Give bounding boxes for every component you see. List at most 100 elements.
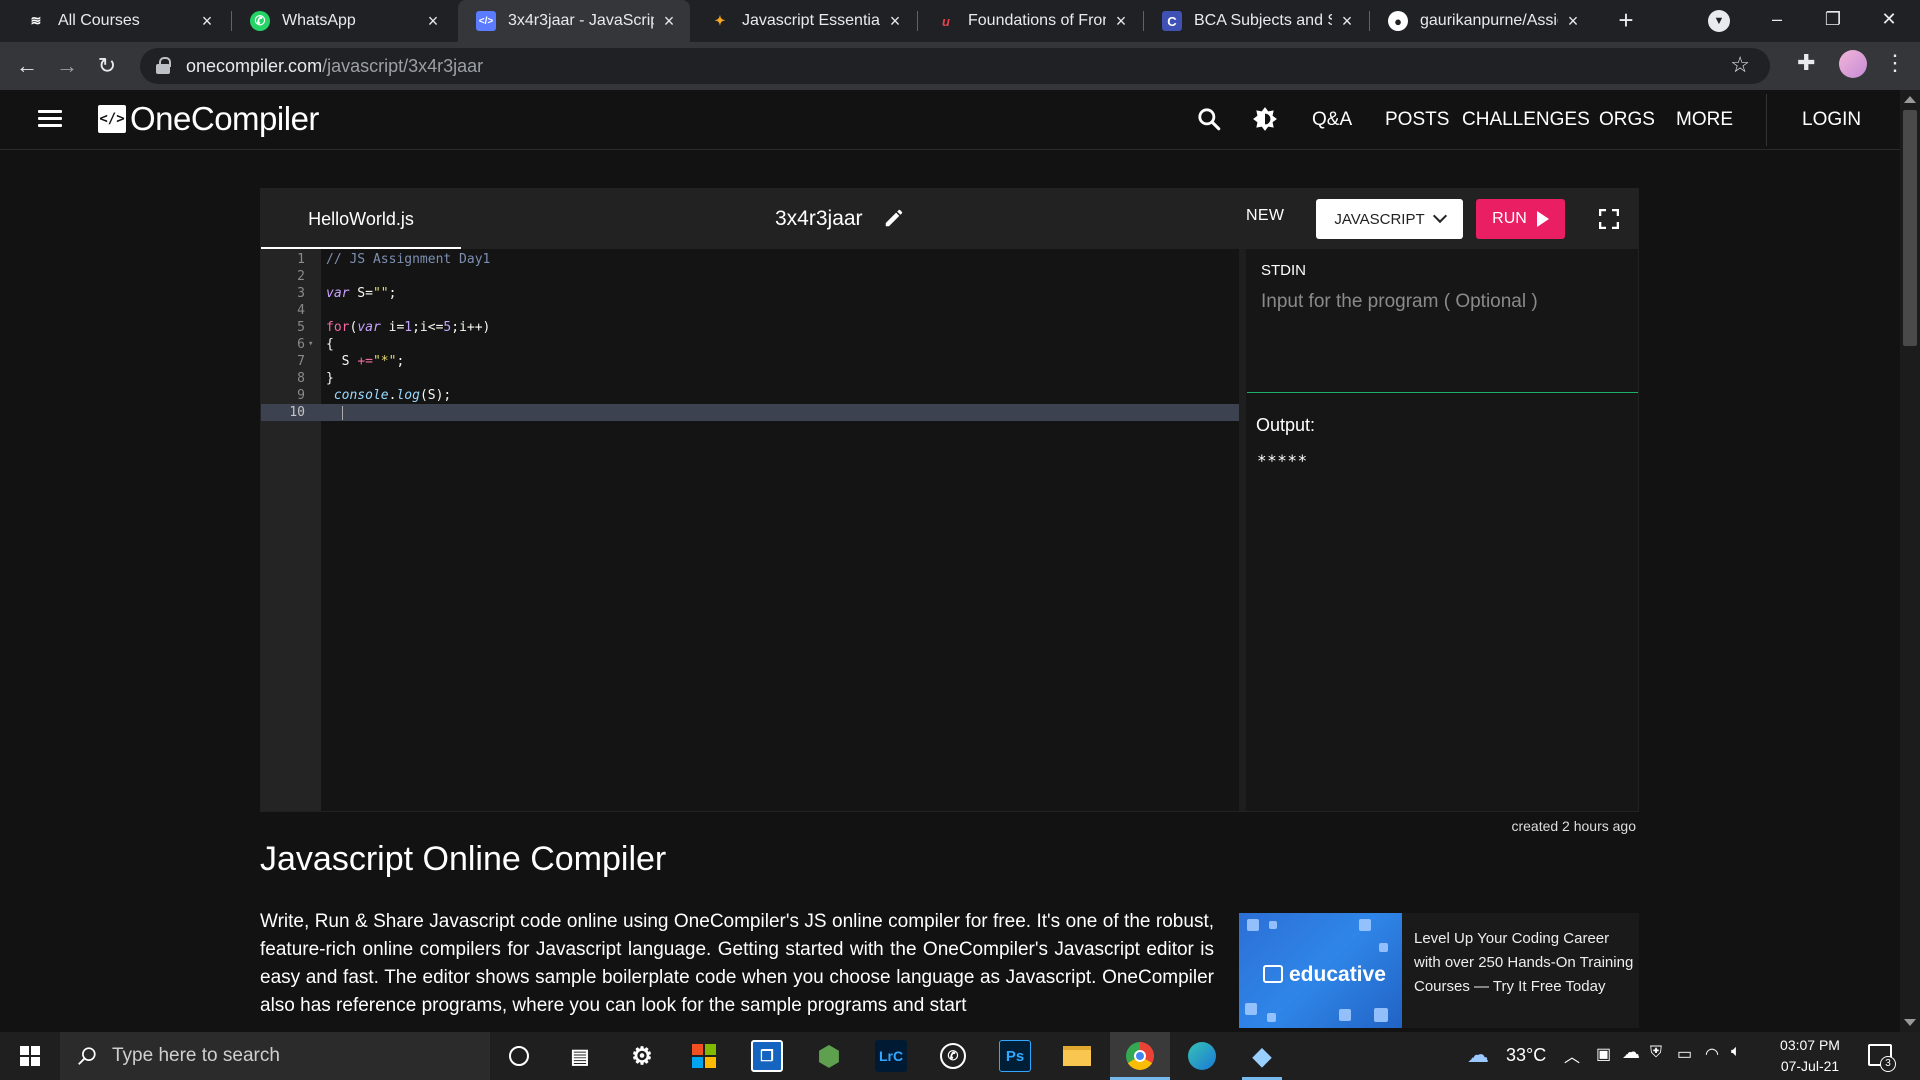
play-icon [1536,211,1549,227]
chrome-icon[interactable] [1124,1040,1156,1072]
new-button[interactable]: NEW [1246,207,1284,225]
tab-all-courses[interactable]: ≋ All Courses × [8,0,228,42]
nav-posts[interactable]: POSTS [1385,109,1449,131]
photoshop-icon[interactable]: Ps [999,1040,1031,1072]
code-line-current: 10 [261,404,1239,421]
file-tab[interactable]: HelloWorld.js [261,189,461,249]
tab-search-icon[interactable]: ▼ [1708,10,1730,32]
edge-icon[interactable] [1186,1040,1218,1072]
close-tab-icon[interactable]: × [1112,11,1130,32]
page-title: Javascript Online Compiler [260,840,667,878]
fox-icon: ✦ [714,13,726,28]
settings-gear-icon[interactable]: ⚙ [626,1040,658,1072]
onecompiler-logo[interactable]: </> OneCompiler [98,100,319,138]
task-view-icon[interactable]: ▤ [564,1040,596,1072]
tab-title: All Courses [58,12,140,29]
nav-challenges[interactable]: CHALLENGES [1462,109,1590,131]
new-tab-button[interactable]: + [1611,6,1641,36]
theme-toggle-icon[interactable] [1252,106,1278,132]
tab-javascript-essentials[interactable]: ✦ Javascript Essentials JS × [692,0,916,42]
close-tab-icon[interactable]: × [660,11,678,32]
site-header: </> OneCompiler Q&A POSTS CHALLENGES ORG… [0,90,1900,150]
reload-icon[interactable]: ↻ [91,50,123,82]
onedrive-icon[interactable]: ☁ [1622,1042,1640,1063]
nav-more[interactable]: MORE [1676,109,1733,131]
close-tab-icon[interactable]: × [424,11,442,32]
close-window-icon[interactable]: ✕ [1866,0,1912,42]
editor-toolbar: HelloWorld.js 3x4r3jaar NEW JAVASCRIPT R… [261,189,1638,249]
url-text: onecompiler.com/javascript/3x4r3jaar [186,55,484,76]
remote-app-icon[interactable]: ❐ [751,1040,783,1072]
notepad-icon[interactable]: ◆ [1246,1040,1278,1072]
taskbar-clock[interactable]: 03:07 PM 07-Jul-21 [1770,1035,1850,1077]
tab-title: Foundations of Front- [968,12,1106,29]
windows-start-icon[interactable] [20,1046,40,1066]
tab-whatsapp[interactable]: ✆ WhatsApp × [232,0,454,42]
scroll-up-arrow-icon[interactable] [1904,96,1916,103]
extensions-icon[interactable]: ✚ [1797,50,1815,76]
tab-bca-subjects[interactable]: C BCA Subjects and Sylla × [1144,0,1368,42]
forward-icon[interactable]: → [51,50,83,82]
close-tab-icon[interactable]: × [1564,11,1582,32]
meet-now-icon[interactable]: ▣ [1596,1044,1611,1064]
educative-ad[interactable]: educative Level Up Your Coding Career wi… [1239,913,1639,1028]
scroll-thumb[interactable] [1903,110,1917,346]
profile-avatar[interactable] [1839,50,1867,78]
page-scrollbar[interactable] [1900,90,1920,1032]
stdin-label: STDIN [1261,262,1306,279]
tab-title: BCA Subjects and Sylla [1194,12,1332,29]
close-tab-icon[interactable]: × [1338,11,1356,32]
language-dropdown[interactable]: JAVASCRIPT [1316,199,1463,239]
taskbar-search-placeholder: Type here to search [112,1045,280,1066]
lightroom-icon[interactable]: LrC [875,1040,907,1072]
stdin-input[interactable]: Input for the program ( Optional ) [1261,291,1621,313]
close-tab-icon[interactable]: × [886,11,904,32]
lock-icon [156,57,171,74]
volume-icon[interactable]: 🔈︎ [1731,1043,1741,1061]
browser-menu-icon[interactable]: ⋮ [1884,50,1906,76]
weather-icon[interactable]: ☁ [1467,1042,1489,1068]
battery-icon[interactable]: ▭ [1677,1044,1692,1064]
fold-arrow-icon[interactable]: ▾ [308,336,313,353]
ad-image: educative [1239,913,1402,1028]
whatsapp-icon[interactable]: ✆ [937,1040,969,1072]
tab-github[interactable]: ● gaurikanpurne/Assign × [1370,0,1594,42]
minimize-icon[interactable]: – [1754,0,1800,42]
restore-icon[interactable]: ❐ [1810,0,1856,42]
cortana-icon[interactable] [503,1040,535,1072]
whatsapp-icon: ✆ [250,11,270,31]
defender-icon[interactable]: ⛨ [1650,1044,1662,1062]
address-bar[interactable]: onecompiler.com/javascript/3x4r3jaar ☆ [140,48,1770,84]
code-line: 7 S +="*"; [297,354,405,369]
microsoft-store-icon[interactable] [688,1040,720,1072]
tab-foundations[interactable]: u Foundations of Front- × [918,0,1142,42]
nav-qa[interactable]: Q&A [1312,109,1352,131]
tab-onecompiler[interactable]: </> 3x4r3jaar - JavaScript × [458,0,690,42]
taskbar-search[interactable]: Type here to search [60,1032,490,1080]
header-divider [1766,94,1767,146]
scroll-down-arrow-icon[interactable] [1904,1019,1916,1026]
code-line: 3 var S=""; [297,286,397,301]
tab-title: 3x4r3jaar - JavaScript [508,12,654,29]
show-hidden-icons-icon[interactable]: ︿ [1564,1043,1580,1067]
pane-splitter[interactable] [1239,249,1246,811]
login-link[interactable]: LOGIN [1802,109,1861,131]
language-label: JAVASCRIPT [1334,210,1425,228]
fullscreen-icon[interactable] [1599,209,1619,229]
nav-orgs[interactable]: ORGS [1599,109,1655,131]
wifi-icon[interactable]: ◠ [1705,1044,1719,1064]
hamburger-menu-icon[interactable] [38,110,62,128]
bookmark-star-icon[interactable]: ☆ [1730,52,1750,78]
onecompiler-icon: </> [476,11,496,31]
edit-title-icon[interactable] [883,207,905,229]
temperature[interactable]: 33°C [1506,1045,1546,1066]
search-icon [78,1047,96,1065]
nodejs-icon[interactable]: ⬢ [813,1040,845,1072]
close-tab-icon[interactable]: × [198,11,216,32]
search-icon[interactable] [1196,106,1222,132]
back-icon[interactable]: ← [11,50,43,82]
tab-title: WhatsApp [282,12,356,29]
file-explorer-icon[interactable] [1061,1040,1093,1072]
run-button[interactable]: RUN [1476,199,1565,239]
clock-time: 03:07 PM [1780,1037,1840,1053]
